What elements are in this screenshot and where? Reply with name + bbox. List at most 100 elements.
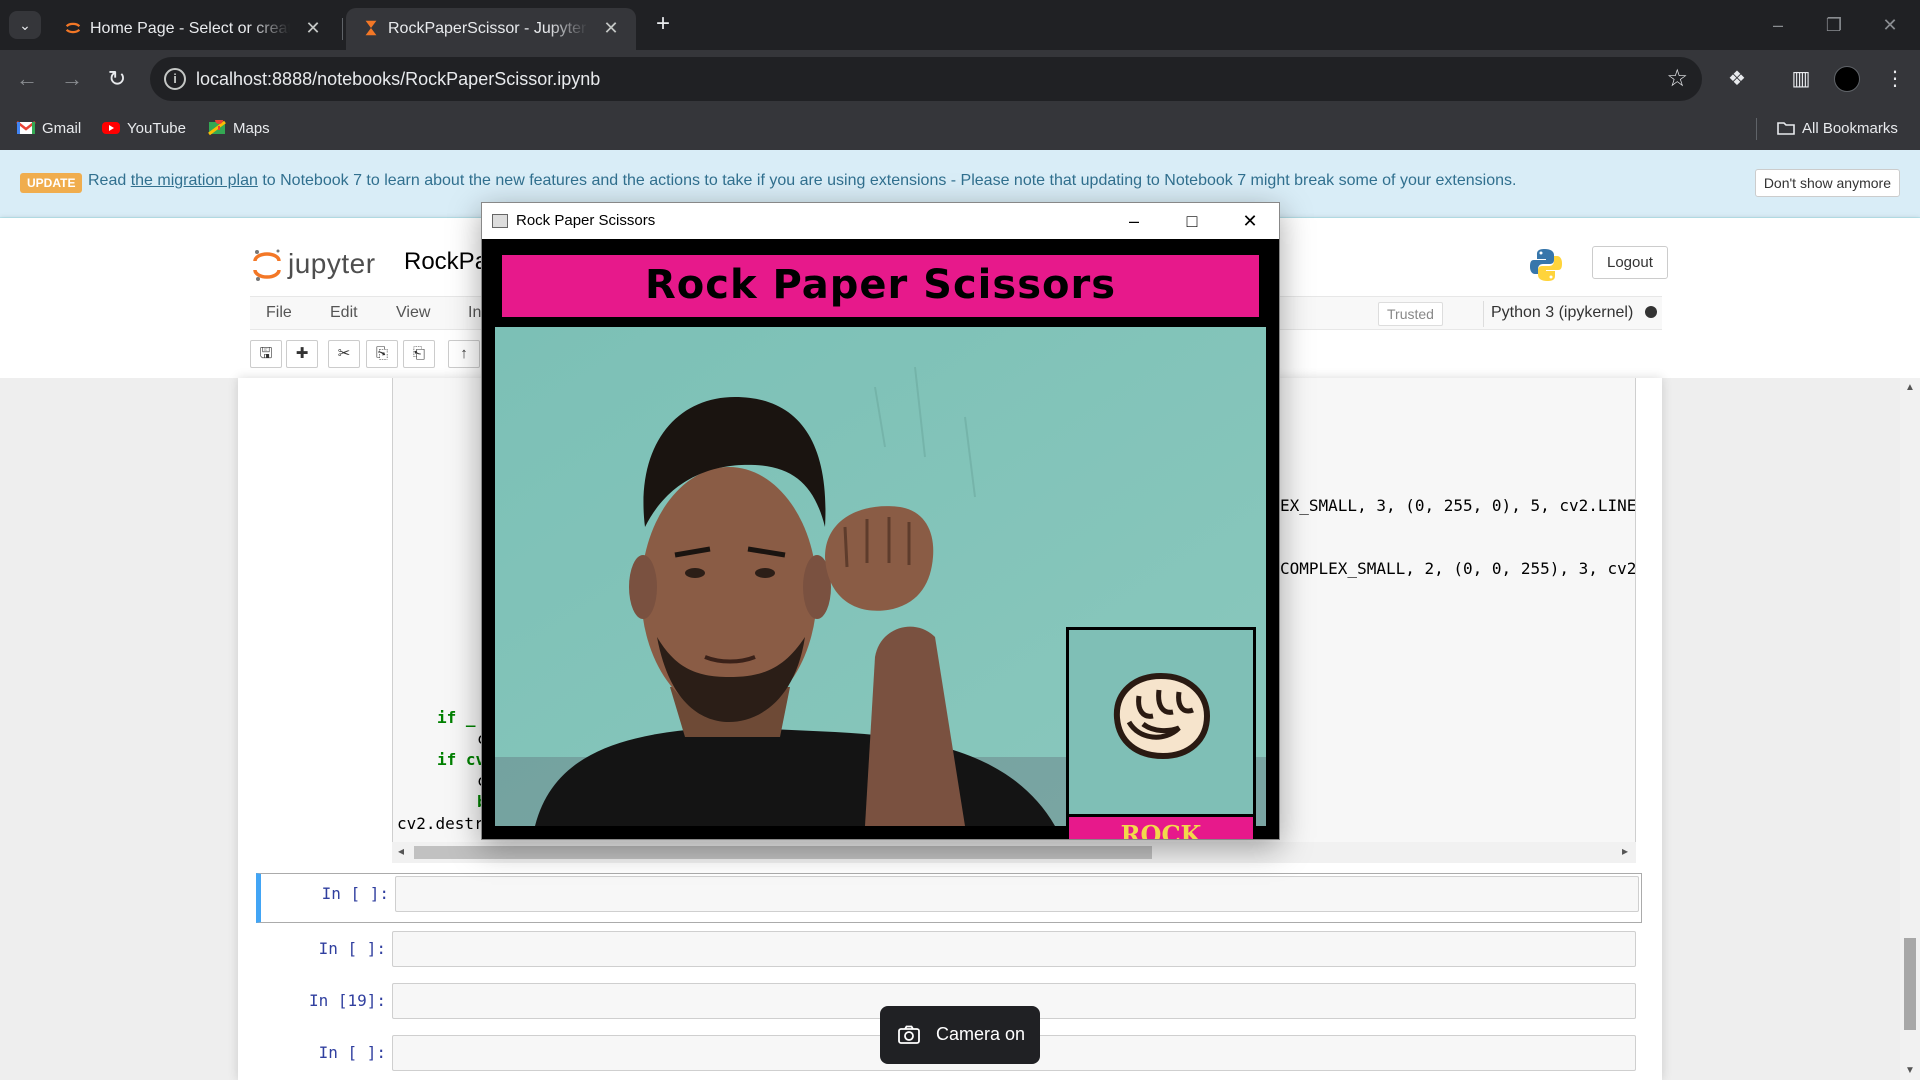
dont-show-anymore-button[interactable]: Don't show anymore: [1754, 169, 1900, 197]
scroll-up-arrow-icon[interactable]: ▲: [1905, 382, 1915, 393]
toast-label: Camera on: [936, 1024, 1026, 1044]
move-up-arrow-icon[interactable]: ↑: [448, 340, 480, 368]
rock-paper-scissors-window[interactable]: Rock Paper Scissors – □ ✕ Rock Paper Sci…: [481, 202, 1280, 840]
banner-text-after: to Notebook 7 to learn about the new fea…: [257, 172, 1517, 189]
bookmark-label: Gmail: [42, 120, 82, 137]
game-title-banner: Rock Paper Scissors: [499, 252, 1262, 320]
save-icon[interactable]: 🖫: [250, 340, 282, 368]
bookmarks-separator: [1756, 118, 1757, 140]
youtube-icon: [102, 122, 120, 134]
kernel-name: Python 3 (ipykernel): [1491, 304, 1634, 321]
all-bookmarks-label: All Bookmarks: [1802, 120, 1898, 137]
scroll-left-arrow-icon[interactable]: ◂: [398, 844, 404, 858]
tab-title: RockPaperScissor - Jupyter Notebook: [388, 20, 588, 37]
forward-arrow-icon[interactable]: →: [57, 64, 87, 94]
kernel-busy-dot-icon: [1645, 306, 1658, 318]
bookmark-label: YouTube: [127, 120, 186, 137]
minimize-window-icon[interactable]: –: [1758, 10, 1798, 40]
camera-on-toast: Camera on: [880, 1006, 1040, 1064]
bookmark-youtube[interactable]: YouTube: [101, 117, 186, 141]
paste-icon[interactable]: ⎗: [403, 340, 435, 368]
cv-window-title: Rock Paper Scissors: [516, 212, 656, 229]
rock-fist-icon: [1113, 672, 1211, 760]
tab-search-chevron-icon[interactable]: ⌄: [9, 11, 41, 39]
camera-icon: [898, 1025, 920, 1044]
code-line: if _: [437, 708, 476, 727]
kernel-indicator[interactable]: Python 3 (ipykernel): [1491, 304, 1658, 322]
page-vertical-scrollbar[interactable]: ▲ ▼: [1900, 378, 1920, 1080]
browser-toolbar: ← → ↻ i localhost:8888/notebooks/RockPap…: [0, 50, 1920, 108]
banner-text-before: Read: [88, 172, 131, 189]
jupyter-favicon-icon: [65, 22, 81, 34]
python-logo-icon: [1530, 249, 1562, 281]
cv-window-titlebar[interactable]: Rock Paper Scissors – □ ✕: [482, 203, 1279, 239]
computer-pick-panel: ROCK: [1066, 627, 1256, 839]
extensions-puzzle-icon[interactable]: ❖: [1722, 64, 1752, 94]
side-panel-icon[interactable]: ▥: [1786, 64, 1816, 94]
notebook-cell[interactable]: In [ ]:: [256, 873, 1642, 923]
tab-separator: [342, 18, 343, 40]
scrollbar-thumb[interactable]: [414, 846, 1152, 859]
cell-input[interactable]: [395, 876, 1639, 912]
maps-icon: [208, 120, 226, 136]
tab-rockpaperscissor[interactable]: RockPaperScissor - Jupyter Notebook ✕: [346, 8, 636, 50]
url-text[interactable]: localhost:8888/notebooks/RockPaperScisso…: [196, 69, 600, 90]
bookmark-gmail[interactable]: Gmail: [16, 117, 81, 141]
migration-plan-link[interactable]: the migration plan: [131, 172, 258, 189]
tab-title: Home Page - Select or create a notebook: [90, 20, 290, 37]
cv-minimize-icon[interactable]: –: [1109, 205, 1159, 237]
scroll-right-arrow-icon[interactable]: ▸: [1622, 844, 1628, 858]
tab-close-icon[interactable]: ✕: [600, 17, 622, 39]
notebook-cell[interactable]: In [ ]:: [258, 929, 1642, 973]
cv-maximize-icon[interactable]: □: [1167, 205, 1217, 237]
address-bar[interactable]: i localhost:8888/notebooks/RockPaperScis…: [150, 57, 1702, 101]
close-window-icon[interactable]: ✕: [1870, 10, 1910, 40]
trusted-indicator[interactable]: Trusted: [1378, 302, 1443, 326]
kernel-separator: [1483, 301, 1484, 327]
code-line: if cv: [437, 750, 486, 769]
computer-pick-label: ROCK: [1069, 814, 1253, 839]
new-tab-plus-icon[interactable]: +: [650, 12, 676, 38]
profile-avatar[interactable]: [1834, 66, 1860, 92]
banner-message: Read the migration plan to Notebook 7 to…: [88, 172, 1516, 190]
cell-prompt: In [ ]:: [318, 1043, 386, 1062]
logout-button[interactable]: Logout: [1592, 246, 1668, 279]
reload-icon[interactable]: ↻: [102, 64, 132, 94]
menu-view[interactable]: View: [396, 304, 430, 322]
restore-window-icon[interactable]: ❐: [1814, 10, 1854, 40]
jupyter-logo-icon: [253, 249, 281, 281]
code-line: COMPLEX_SMALL, 2, (0, 0, 255), 3, cv2: [1280, 559, 1636, 578]
back-arrow-icon[interactable]: ←: [12, 64, 42, 94]
app-window-icon: [492, 214, 508, 228]
folder-icon: [1777, 122, 1795, 135]
cut-scissors-icon[interactable]: ✂: [328, 340, 360, 368]
chrome-menu-kebab-icon[interactable]: ⋮: [1880, 64, 1910, 94]
gmail-icon: [16, 121, 36, 134]
tab-close-icon[interactable]: ✕: [302, 17, 324, 39]
cell-prompt: In [ ]:: [318, 939, 386, 958]
tab-home-page[interactable]: Home Page - Select or create a notebook …: [48, 8, 338, 50]
code-line: cv2.destr: [397, 814, 484, 833]
code-line: EX_SMALL, 3, (0, 255, 0), 5, cv2.LINE: [1280, 496, 1636, 515]
menu-file[interactable]: File: [266, 304, 292, 322]
menu-edit[interactable]: Edit: [330, 304, 358, 322]
cv-close-icon[interactable]: ✕: [1225, 205, 1275, 237]
code-horizontal-scrollbar[interactable]: ◂ ▸: [392, 842, 1636, 863]
insert-cell-plus-icon[interactable]: ✚: [286, 340, 318, 368]
copy-icon[interactable]: ⎘: [366, 340, 398, 368]
cell-input[interactable]: [392, 931, 1636, 967]
jupyter-logo-text: jupyter: [288, 248, 376, 279]
hourglass-icon: [365, 20, 377, 36]
all-bookmarks-button[interactable]: All Bookmarks: [1776, 117, 1898, 141]
bookmark-label: Maps: [233, 120, 270, 137]
scroll-down-arrow-icon[interactable]: ▼: [1905, 1065, 1915, 1076]
site-info-icon[interactable]: i: [164, 68, 186, 90]
bookmark-star-icon[interactable]: ☆: [1666, 65, 1688, 93]
browser-tab-strip: ⌄ Home Page - Select or create a noteboo…: [0, 0, 1920, 50]
scrollbar-thumb[interactable]: [1904, 938, 1916, 1030]
cell-prompt: In [19]:: [308, 991, 386, 1010]
cv-canvas: Rock Paper Scissors ROCK: [482, 239, 1279, 839]
update-badge: UPDATE: [20, 173, 83, 193]
bookmark-maps[interactable]: Maps: [207, 117, 270, 141]
bookmarks-bar: Gmail YouTube Maps All Bookmarks: [0, 108, 1920, 150]
